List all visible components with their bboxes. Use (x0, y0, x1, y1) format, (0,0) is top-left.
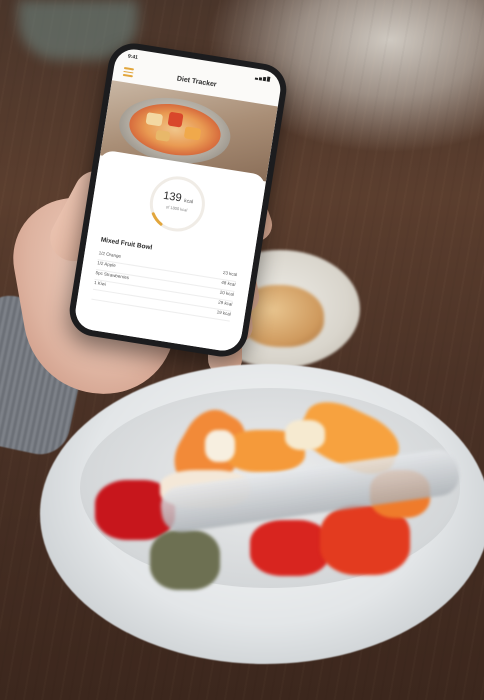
phone-screen: 9:41 Diet Tracker 139 kcal of 1800 kcal … (72, 46, 284, 354)
food-chunk (145, 112, 164, 127)
ingredient-name: 1 Kiwi (93, 279, 107, 287)
food-chunk (167, 111, 184, 128)
nutrition-card: 139 kcal of 1800 kcal Mixed Fruit Bowl 1… (72, 149, 267, 354)
tomato (250, 520, 330, 576)
ingredient-kcal: 19 kcal (216, 309, 232, 317)
apple-chunk (205, 430, 235, 462)
ingredient-list: 1/2 Orange 23 kcal 1/2 Apple 48 kcal 5pc Str… (91, 250, 237, 322)
photo-scene: 9:41 Diet Tracker 139 kcal of 1800 kcal … (0, 0, 484, 700)
status-time: 9:41 (127, 53, 139, 61)
food-chunk (183, 126, 202, 141)
ingredient-name (91, 290, 92, 299)
meal-title: Mixed Fruit Bowl (100, 236, 153, 252)
apple-chunk (285, 420, 325, 450)
food-chunk (155, 129, 171, 142)
calorie-unit: kcal (183, 198, 194, 206)
signal-icon (254, 73, 271, 82)
green-bean (150, 530, 220, 590)
